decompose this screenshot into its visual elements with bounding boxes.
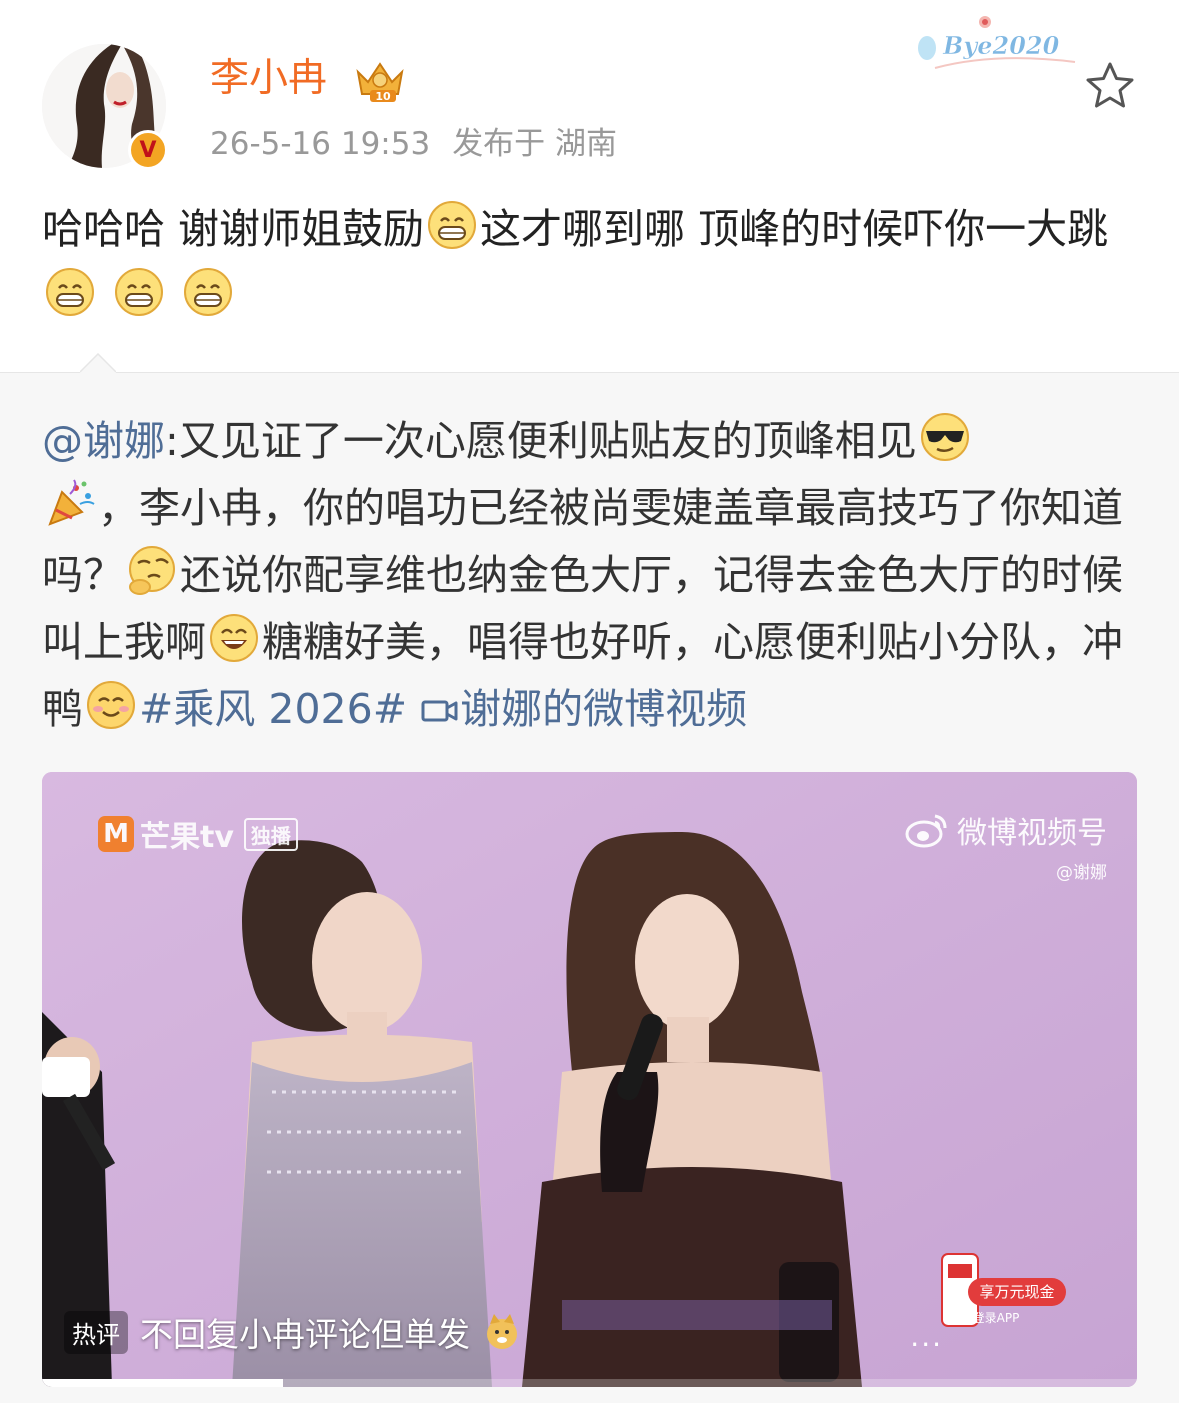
smile-blush-emoji-icon bbox=[87, 681, 135, 729]
svg-text:享万元现金: 享万元现金 bbox=[979, 1283, 1054, 1301]
grin-emoji-icon bbox=[184, 268, 233, 316]
mango-tv-tag: 独播 bbox=[243, 817, 298, 851]
mango-tv-watermark: M 芒果tv 独播 bbox=[98, 812, 298, 856]
thinking-emoji-icon bbox=[129, 546, 175, 595]
svg-text:10: 10 bbox=[375, 90, 391, 102]
post-location: 发布于 湖南 bbox=[452, 126, 618, 162]
weibo-video-label: 微博视频号 bbox=[957, 816, 1107, 851]
mention-link[interactable]: @谢娜 bbox=[42, 417, 165, 465]
grin-emoji-icon bbox=[428, 201, 477, 249]
hot-comment-text: 不回复小冉评论但单发 bbox=[140, 1315, 470, 1354]
more-options-button[interactable]: ... bbox=[910, 1320, 943, 1353]
video-camera-icon bbox=[421, 700, 458, 722]
cool-sunglasses-emoji-icon bbox=[920, 413, 969, 461]
repost-text-part: :又见证了一次心愿便利贴贴友的顶峰相见 bbox=[165, 417, 917, 465]
post-text-part: 哈哈哈 谢谢师姐鼓励 bbox=[42, 205, 425, 253]
topic-link[interactable]: #乘风 2026# bbox=[139, 685, 407, 733]
weibo-logo-icon bbox=[905, 814, 947, 848]
repost-notch bbox=[80, 353, 116, 389]
grin-emoji-icon bbox=[46, 268, 94, 316]
doge-emoji-icon bbox=[487, 1314, 517, 1349]
party-popper-emoji-icon bbox=[48, 479, 95, 526]
username[interactable]: 李小冉 bbox=[210, 54, 327, 104]
grin-emoji-icon bbox=[115, 268, 164, 316]
video-progress-bar[interactable] bbox=[42, 1379, 1137, 1387]
video-player[interactable]: M 芒果tv 独播 微博视频号 @谢娜 享万元现金 登录APP 热评 不回复小冉… bbox=[42, 772, 1137, 1387]
post-text-part: 这才哪到哪 顶峰的时候吓你一大跳 bbox=[480, 205, 1109, 253]
video-progress-fill bbox=[42, 1379, 283, 1387]
hot-comment[interactable]: 热评 不回复小冉评论但单发 bbox=[64, 1308, 522, 1356]
promo-sticker[interactable]: 享万元现金 登录APP bbox=[938, 1250, 1068, 1340]
laughing-emoji-icon bbox=[210, 614, 258, 662]
weibo-video-handle: @谢娜 bbox=[1056, 863, 1107, 883]
mango-tv-label: 芒果tv bbox=[140, 820, 234, 855]
verified-badge-icon: V bbox=[128, 130, 168, 170]
hot-comment-badge: 热评 bbox=[64, 1310, 128, 1354]
svg-text:登录APP: 登录APP bbox=[973, 1310, 1020, 1325]
weibo-video-watermark: 微博视频号 @谢娜 bbox=[905, 808, 1107, 883]
svg-text:Bye2020: Bye2020 bbox=[942, 31, 1060, 60]
video-link[interactable]: 谢娜的微博视频 bbox=[420, 685, 747, 733]
card-skin-decoration: Bye2020 bbox=[918, 16, 1076, 69]
repost-text: @谢娜:又见证了一次心愿便利贴贴友的顶峰相见 ，李小冉，你的唱功已经被尚雯婕盖章最… bbox=[42, 408, 1147, 743]
crown-level-icon: 10 bbox=[356, 62, 404, 102]
post-text: 哈哈哈 谢谢师姐鼓励 这才哪到哪 顶峰的时候吓你一大跳 bbox=[42, 196, 1142, 330]
mango-logo-icon: M bbox=[98, 816, 134, 852]
favorite-star-icon[interactable] bbox=[1082, 58, 1138, 114]
post-timestamp: 26-5-16 19:53 bbox=[210, 126, 431, 162]
video-link-label: 谢娜的微博视频 bbox=[460, 685, 748, 733]
post-meta: 26-5-16 19:53 发布于 湖南 bbox=[210, 122, 617, 166]
